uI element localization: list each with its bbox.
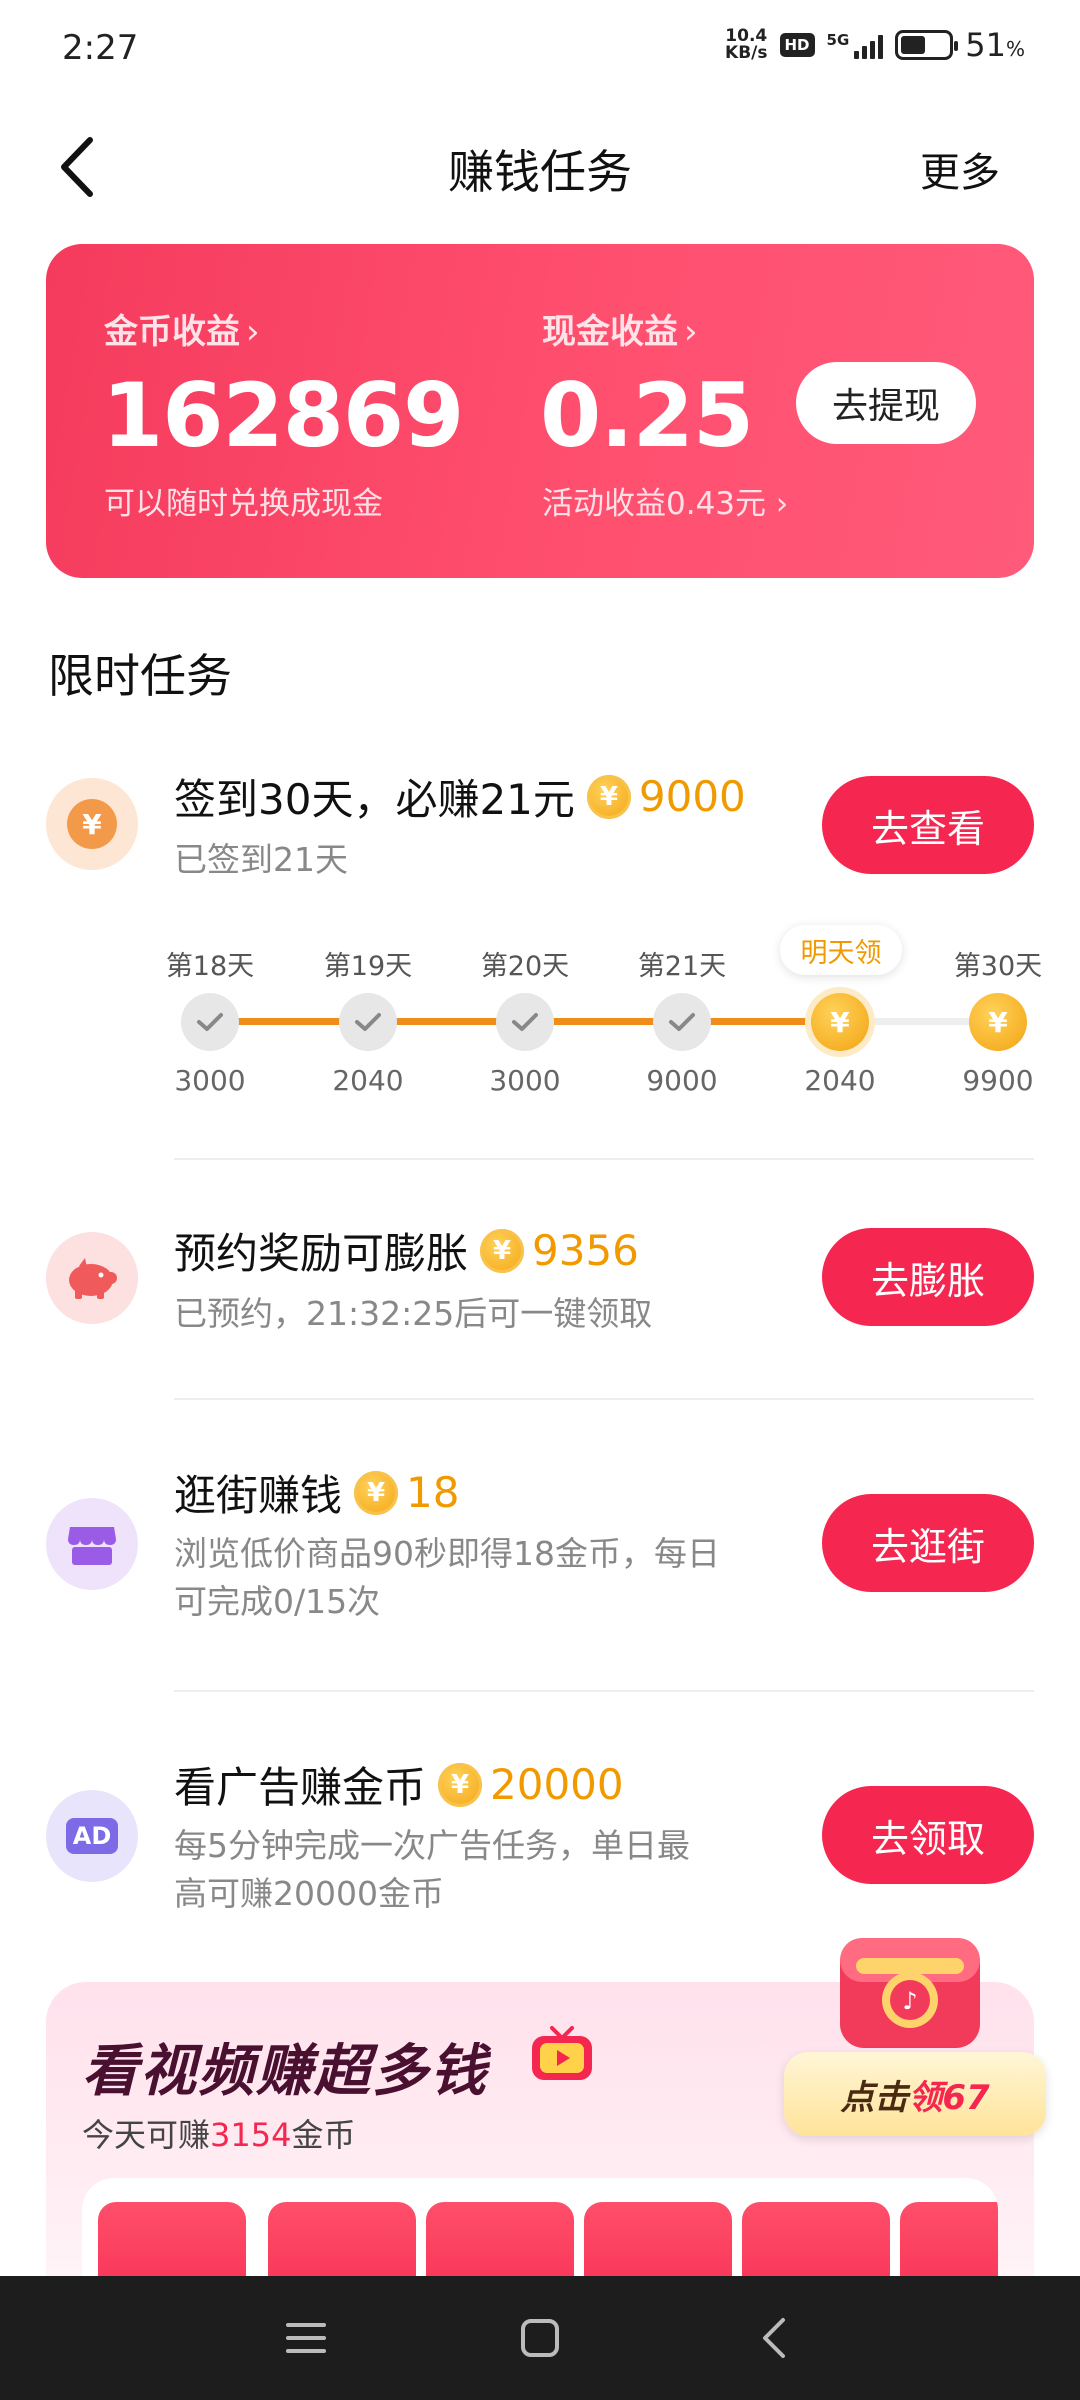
day-value: 9000	[646, 1064, 718, 1097]
network-type: 5G	[826, 31, 850, 49]
coin-earnings-link[interactable]: 金币收益 ›	[104, 304, 260, 353]
promo-title: 看视频赚超多钱	[82, 2039, 488, 2104]
task-desc: 已预约，21:32:25后可一键领取	[174, 1294, 653, 1333]
chest-reward-badge[interactable]: 点击 领67	[784, 2052, 1046, 2136]
status-time: 2:27	[62, 28, 139, 68]
task-desc: 已签到21天	[174, 840, 348, 879]
view-checkin-button[interactable]: 去查看	[822, 776, 1034, 874]
day-value: 9900	[962, 1064, 1034, 1097]
hd-icon: HD	[779, 33, 815, 57]
status-bar: 2:27 10.4 KB/s HD 5G 51%	[0, 0, 1080, 100]
net-speed-unit: KB/s	[725, 43, 768, 63]
section-title: 限时任务	[48, 649, 232, 703]
task-title: 签到30天，必赚21元 ¥9000	[174, 772, 746, 824]
day-value: 3000	[489, 1064, 561, 1097]
coin-icon: ¥	[480, 1228, 525, 1273]
day-label: 第30天	[953, 951, 1043, 982]
coin-icon: ¥	[969, 993, 1027, 1051]
divider	[174, 1690, 1034, 1692]
task-desc: 浏览低价商品90秒即得18金币，每日 可完成0/15次	[174, 1534, 720, 1621]
coin-icon: ¥	[811, 993, 869, 1051]
system-nav-bar	[0, 2276, 1080, 2400]
svg-text:♪: ♪	[902, 1987, 917, 2015]
home-icon[interactable]	[508, 2306, 572, 2370]
tomorrow-tag: 明天领	[780, 925, 902, 975]
ad-icon: AD	[46, 1790, 138, 1882]
coin-icon: ¥	[354, 1470, 399, 1515]
day-value: 2040	[804, 1064, 876, 1097]
check-icon	[496, 993, 554, 1051]
signal-icon: 5G	[827, 31, 884, 59]
header: 赚钱任务 更多	[0, 110, 1080, 230]
day-label: 第18天	[165, 951, 255, 982]
status-icons: 10.4 KB/s HD 5G 51%	[725, 26, 1025, 64]
expand-reward-button[interactable]: 去膨胀	[822, 1228, 1034, 1326]
chevron-right-icon: ›	[246, 312, 260, 352]
coin-earnings-sub: 可以随时兑换成现金	[104, 486, 383, 522]
page-title: 赚钱任务	[448, 145, 632, 199]
task-desc: 每5分钟完成一次广告任务，单日最 高可赚20000金币	[174, 1826, 690, 1913]
coin-icon: ¥	[586, 774, 631, 819]
divider	[174, 1398, 1034, 1400]
check-icon	[653, 993, 711, 1051]
check-icon	[339, 993, 397, 1051]
menu-icon[interactable]	[274, 2306, 338, 2370]
coin-earnings-value: 162869	[102, 364, 464, 467]
battery-percent: 51%	[965, 26, 1025, 64]
day-label: 第21天	[637, 951, 727, 982]
chevron-right-icon: ›	[766, 486, 789, 522]
withdraw-button[interactable]: 去提现	[796, 362, 976, 444]
more-button[interactable]: 更多	[920, 140, 1000, 198]
store-icon	[46, 1498, 138, 1590]
task-title: 逛街赚钱 ¥18	[174, 1468, 460, 1520]
back-nav-icon[interactable]	[742, 2306, 806, 2370]
day-label: 第20天	[480, 951, 570, 982]
tv-icon	[532, 2026, 592, 2080]
claim-ad-reward-button[interactable]: 去领取	[822, 1786, 1034, 1884]
battery-icon	[895, 30, 959, 60]
cash-earnings-value: 0.25	[540, 364, 754, 467]
day-value: 3000	[174, 1064, 246, 1097]
net-speed: 10.4 KB/s	[725, 28, 767, 62]
piggy-bank-icon	[46, 1232, 138, 1324]
coin-icon: ¥	[438, 1762, 483, 1807]
divider	[174, 1158, 1034, 1160]
yuan-coin-icon: ¥	[46, 778, 138, 870]
day-label: 第19天	[323, 951, 413, 982]
activity-earnings-link[interactable]: 活动收益0.43元 ›	[542, 478, 788, 523]
promo-subtitle: 今天可赚3154金币	[82, 2116, 356, 2154]
treasure-chest-icon[interactable]: ♪	[826, 1918, 994, 2058]
check-icon	[181, 993, 239, 1051]
task-title: 看广告赚金币 ¥20000	[174, 1760, 624, 1812]
earnings-card: 金币收益 › 162869 可以随时兑换成现金 现金收益 › 0.25 活动收益0.…	[46, 244, 1034, 578]
day-value: 2040	[332, 1064, 404, 1097]
chevron-right-icon: ›	[684, 312, 698, 352]
cash-earnings-link[interactable]: 现金收益 ›	[542, 304, 698, 353]
task-title: 预约奖励可膨胀 ¥9356	[174, 1226, 639, 1278]
go-shopping-button[interactable]: 去逛街	[822, 1494, 1034, 1592]
